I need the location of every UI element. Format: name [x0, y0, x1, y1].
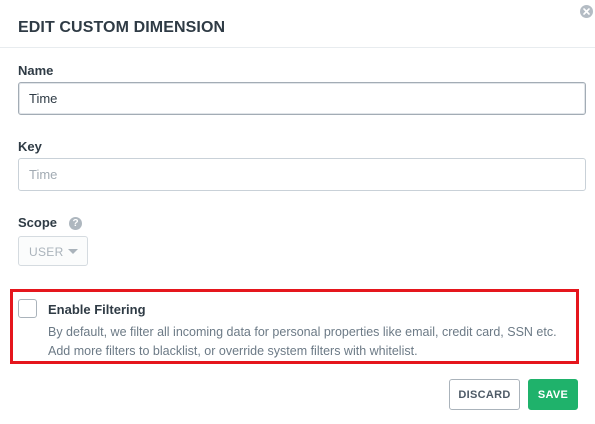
key-label: Key [18, 139, 42, 154]
name-input[interactable] [18, 82, 586, 115]
edit-custom-dimension-dialog: EDIT CUSTOM DIMENSION Name Key Scope ? U… [0, 0, 595, 424]
close-icon[interactable] [580, 5, 593, 18]
scope-selected-value: USER [29, 245, 64, 259]
scope-label: Scope [18, 215, 58, 230]
header-divider [0, 47, 595, 48]
discard-button[interactable]: DISCARD [449, 379, 520, 410]
enable-filtering-checkbox[interactable] [18, 299, 37, 318]
enable-filtering-description: By default, we filter all incoming data … [48, 325, 557, 358]
scope-select[interactable]: USER [18, 236, 88, 266]
help-icon[interactable]: ? [69, 217, 82, 230]
key-input[interactable] [18, 158, 586, 191]
save-button[interactable]: SAVE [528, 379, 578, 410]
chevron-down-icon [68, 249, 78, 254]
dialog-title: EDIT CUSTOM DIMENSION [18, 19, 226, 36]
enable-filtering-label[interactable]: Enable Filtering [48, 302, 146, 317]
name-label: Name [18, 63, 54, 78]
